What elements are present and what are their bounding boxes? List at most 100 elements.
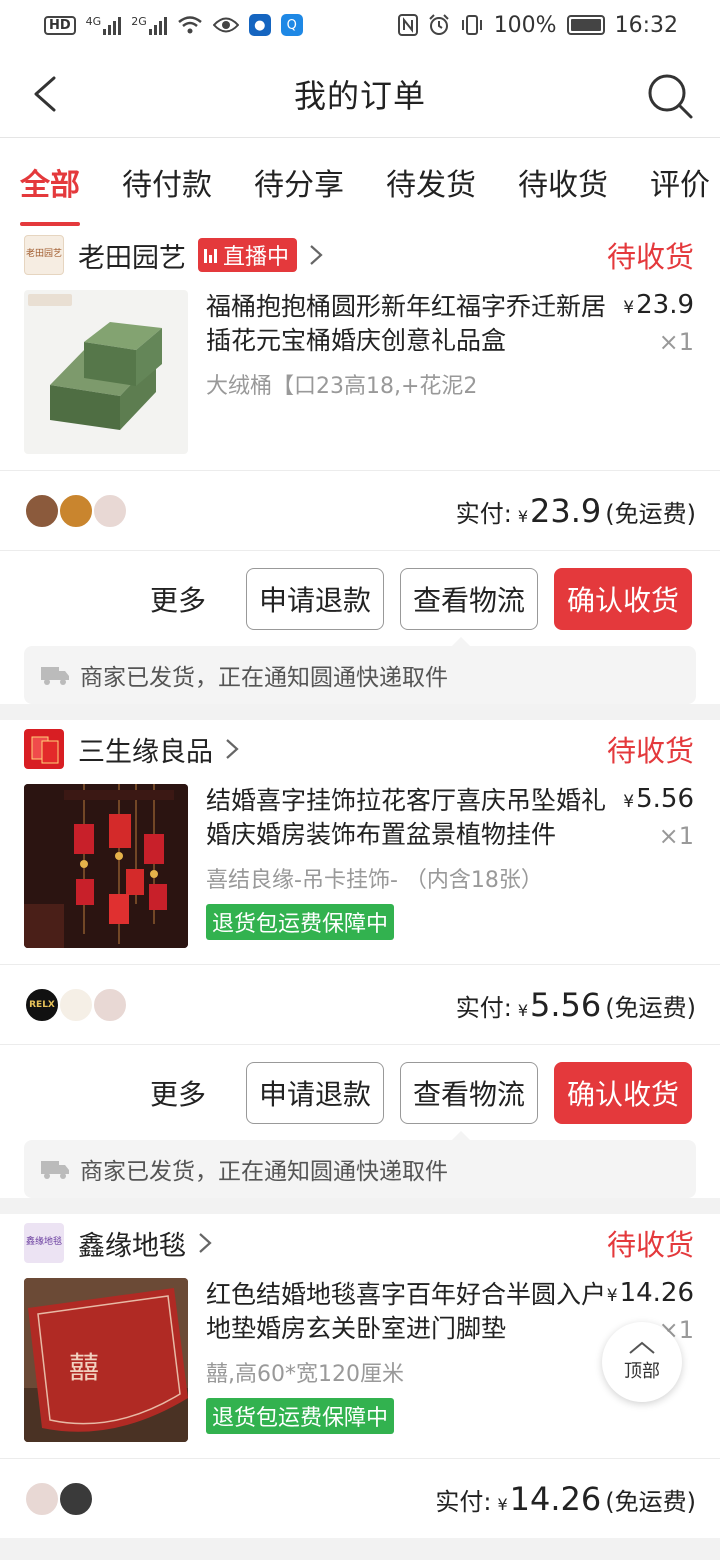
shipping-note: (免运费) (605, 993, 696, 1022)
shop-row[interactable]: 三生缘良品 待收货 (0, 720, 720, 778)
more-button[interactable]: 更多 (150, 579, 206, 619)
live-badge[interactable]: 直播中 (198, 238, 298, 272)
shop-name[interactable]: 三生缘良品 (78, 730, 213, 769)
order-actions: 更多 申请退款 查看物流 确认收货 (0, 550, 720, 646)
payment-row: 实付: ¥ 14.26 (免运费) (0, 1458, 720, 1538)
shop-logo (24, 729, 64, 769)
chevron-right-icon (199, 1233, 212, 1253)
avatar: RELX (24, 986, 60, 1023)
order-status: 待收货 (606, 734, 694, 768)
signal-icon: 4G (86, 15, 122, 35)
tab-review[interactable]: 评价 (650, 138, 710, 226)
paid-total: 实付: ¥ 5.56 (免运费) (456, 986, 696, 1024)
clock: 16:32 (614, 12, 678, 38)
paid-amount: 23.9 (530, 491, 602, 530)
back-to-top-label: 顶部 (624, 1361, 660, 1382)
battery-percent: 100% (493, 12, 557, 38)
avatar (92, 986, 128, 1023)
refund-button[interactable]: 申请退款 (245, 567, 384, 630)
view-logistics-button[interactable]: 查看物流 (399, 567, 538, 630)
wifi-icon (177, 16, 202, 34)
truck-icon (41, 667, 69, 685)
paid-total: 实付: ¥ 14.26 (免运费) (435, 1480, 696, 1518)
tab-pending-shipment[interactable]: 待发货 (386, 138, 476, 226)
shipping-note: (免运费) (605, 499, 696, 528)
shop-name[interactable]: 鑫缘地毯 (78, 1224, 186, 1263)
order-card: 老田园艺 老田园艺 直播中 待收货 福桶抱抱桶圆形新年红福字乔迁新居插花元宝桶婚… (0, 226, 720, 704)
battery-icon (566, 15, 605, 35)
avatar (58, 1480, 94, 1517)
confirm-receipt-button[interactable]: 确认收货 (553, 1061, 692, 1124)
unit-price: ¥14.26 (607, 1278, 694, 1308)
shop-row[interactable]: 鑫缘地毯 鑫缘地毯 待收货 (0, 1214, 720, 1272)
vibrate-icon (461, 15, 482, 35)
return-shipping-guarantee-badge: 退货包运费保障中 (206, 1398, 395, 1434)
search-app-icon: Q (280, 14, 303, 36)
currency-symbol: ¥ (606, 1286, 618, 1306)
order-card: 三生缘良品 待收货 结婚喜字挂饰拉花客厅喜庆吊坠婚礼婚庆婚房装饰布置盆景植物挂件… (0, 720, 720, 1198)
tab-all[interactable]: 全部 (20, 138, 80, 226)
back-to-top-button[interactable]: 顶部 (602, 1322, 682, 1402)
view-logistics-button[interactable]: 查看物流 (399, 1061, 538, 1124)
currency-symbol: ¥ (623, 792, 635, 812)
nav-header: 我的订单 (0, 50, 720, 138)
shipping-notice[interactable]: 商家已发货，正在通知圆通快递取件 (24, 1131, 696, 1198)
red-envelope-logo (31, 736, 59, 764)
chevron-right-icon (226, 739, 239, 759)
alarm-icon (428, 14, 449, 35)
product-title[interactable]: 福桶抱抱桶圆形新年红福字乔迁新居插花元宝桶婚庆创意礼品盒 (206, 290, 610, 358)
foam-block-image (28, 294, 162, 430)
nfc-icon (397, 14, 418, 36)
search-icon[interactable] (646, 72, 694, 120)
avatar (58, 492, 94, 529)
confirm-receipt-button[interactable]: 确认收货 (553, 567, 692, 630)
product-title[interactable]: 结婚喜字挂饰拉花客厅喜庆吊坠婚礼婚庆婚房装饰布置盆景植物挂件 (206, 784, 610, 852)
refund-button[interactable]: 申请退款 (245, 1061, 384, 1124)
product-item[interactable]: 福桶抱抱桶圆形新年红福字乔迁新居插花元宝桶婚庆创意礼品盒 大绒桶【口23高18,… (0, 284, 720, 470)
product-item[interactable]: 结婚喜字挂饰拉花客厅喜庆吊坠婚礼婚庆婚房装饰布置盆景植物挂件 喜结良缘-吊卡挂饰… (0, 778, 720, 964)
page-title: 我的订单 (293, 76, 426, 115)
buyer-avatars[interactable] (24, 492, 128, 529)
paid-amount: 5.56 (530, 985, 602, 1024)
signal-icon-2: 2G (131, 15, 167, 35)
product-spec: 喜结良缘-吊卡挂饰- （内含18张） (206, 868, 543, 893)
more-button[interactable]: 更多 (150, 1073, 206, 1113)
avatar (24, 492, 60, 529)
paid-label: 实付: (455, 993, 512, 1022)
currency-symbol: ¥ (497, 1494, 508, 1514)
buyer-avatars[interactable] (24, 1480, 94, 1517)
status-left: HD 4G 2G ● Q (44, 14, 303, 36)
chevron-up-icon (629, 1341, 655, 1354)
product-info: 福桶抱抱桶圆形新年红福字乔迁新居插花元宝桶婚庆创意礼品盒 大绒桶【口23高18,… (206, 290, 610, 454)
shipping-notice-text: 商家已发货，正在通知圆通快递取件 (80, 1159, 448, 1185)
product-image[interactable]: 囍 (24, 1278, 188, 1442)
price-column: ¥5.56 ×1 (623, 784, 694, 850)
product-image[interactable] (24, 290, 188, 454)
truck-icon (41, 1161, 69, 1179)
avatar (58, 986, 94, 1023)
tab-pending-payment[interactable]: 待付款 (122, 138, 212, 226)
shipping-notice[interactable]: 商家已发货，正在通知圆通快递取件 (24, 637, 696, 704)
product-spec: 囍,高60*宽120厘米 (206, 1362, 404, 1387)
shop-name[interactable]: 老田园艺 (78, 236, 186, 275)
product-title[interactable]: 红色结婚地毯喜字百年好合半圆入户地垫婚房玄关卧室进门脚垫 (206, 1278, 610, 1346)
eye-icon (212, 17, 239, 33)
price-column: ¥23.9 ×1 (623, 290, 694, 356)
avatar (24, 1480, 60, 1517)
live-bars-icon (204, 247, 217, 263)
order-status: 待收货 (606, 1228, 694, 1262)
shipping-notice-text: 商家已发货，正在通知圆通快递取件 (80, 665, 448, 691)
shop-logo: 鑫缘地毯 (24, 1223, 64, 1263)
order-tabs: 全部 待付款 待分享 待发货 待收货 评价 (0, 138, 720, 226)
product-image[interactable] (24, 784, 188, 948)
unit-price: ¥5.56 (623, 784, 694, 814)
unit-price-value: 5.56 (636, 784, 694, 814)
tab-pending-receipt[interactable]: 待收货 (518, 138, 608, 226)
product-spec: 大绒桶【口23高18,+花泥2 (206, 374, 478, 399)
tab-pending-share[interactable]: 待分享 (254, 138, 344, 226)
payment-row: RELX 实付: ¥ 5.56 (免运费) (0, 964, 720, 1044)
back-arrow-icon[interactable] (28, 76, 64, 112)
shop-row[interactable]: 老田园艺 老田园艺 直播中 待收货 (0, 226, 720, 284)
quantity: ×1 (658, 328, 694, 356)
buyer-avatars[interactable]: RELX (24, 986, 128, 1023)
